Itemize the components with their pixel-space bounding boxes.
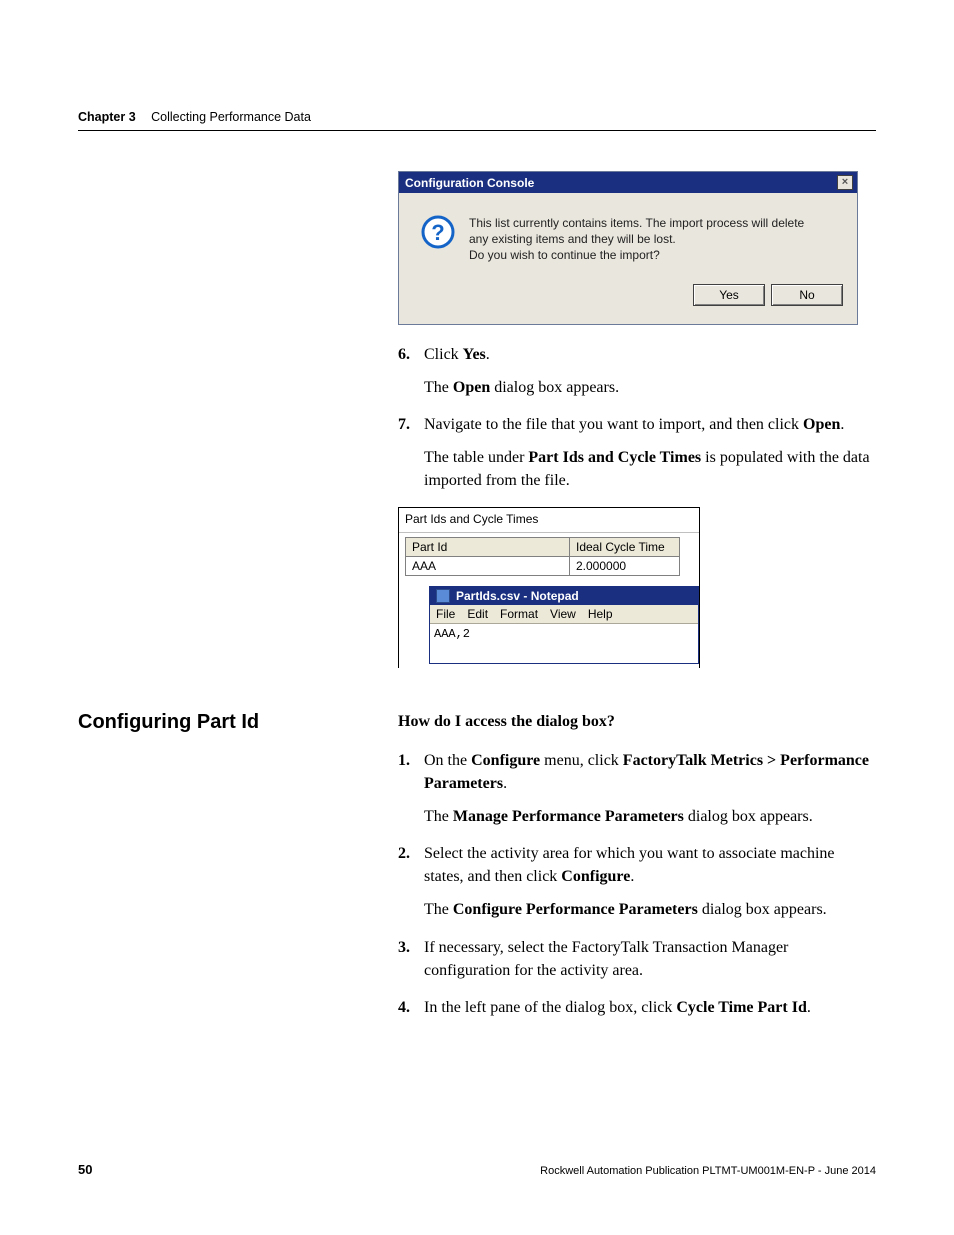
group-label: Part Ids and Cycle Times xyxy=(399,508,699,533)
dialog-message-line: any existing items and they will be lost… xyxy=(469,231,804,247)
step-2-follow: The Configure Performance Parameters dia… xyxy=(424,898,876,921)
notepad-icon xyxy=(436,589,450,603)
step-6-follow: The Open dialog box appears. xyxy=(424,376,876,399)
menu-file[interactable]: File xyxy=(436,607,455,621)
step-1: On the Configure menu, click FactoryTalk… xyxy=(398,749,876,829)
svg-text:?: ? xyxy=(431,220,444,245)
notepad-window: PartIds.csv - Notepad File Edit Format V… xyxy=(429,586,699,664)
notepad-body: AAA,2 xyxy=(430,624,698,643)
torn-edge xyxy=(398,668,700,674)
step-3: If necessary, select the FactoryTalk Tra… xyxy=(398,936,876,982)
page-footer: 50 Rockwell Automation Publication PLTMT… xyxy=(78,1162,876,1177)
side-heading: Configuring Part Id xyxy=(78,711,259,734)
yes-button[interactable]: Yes xyxy=(693,284,765,306)
menu-help[interactable]: Help xyxy=(588,607,613,621)
dialog-titlebar: Configuration Console × xyxy=(399,172,857,193)
step-7-follow: The table under Part Ids and Cycle Times… xyxy=(424,446,876,492)
menu-edit[interactable]: Edit xyxy=(467,607,488,621)
table-row: AAA 2.000000 xyxy=(405,557,693,576)
page-number: 50 xyxy=(78,1162,92,1177)
notepad-title-text: PartIds.csv - Notepad xyxy=(456,589,579,603)
step-7: Navigate to the file that you want to im… xyxy=(398,413,876,493)
menu-format[interactable]: Format xyxy=(500,607,538,621)
notepad-titlebar: PartIds.csv - Notepad xyxy=(430,587,698,605)
dialog-message-line: Do you wish to continue the import? xyxy=(469,247,804,263)
partids-table: Part Id Ideal Cycle Time AAA 2.000000 xyxy=(405,537,693,576)
step-4: In the left pane of the dialog box, clic… xyxy=(398,996,876,1019)
no-button[interactable]: No xyxy=(771,284,843,306)
dialog-title-text: Configuration Console xyxy=(405,176,534,190)
close-button[interactable]: × xyxy=(837,175,853,190)
step-2: Select the activity area for which you w… xyxy=(398,842,876,922)
notepad-menubar: File Edit Format View Help xyxy=(430,605,698,624)
header-rule xyxy=(78,130,876,131)
dialog-message-line: This list currently contains items. The … xyxy=(469,215,804,231)
dialog-configuration-console: Configuration Console × ? This list curr… xyxy=(398,171,858,325)
publication-info: Rockwell Automation Publication PLTMT-UM… xyxy=(540,1165,876,1177)
figure-partids-cycletimes: Part Ids and Cycle Times Part Id Ideal C… xyxy=(398,507,700,673)
menu-view[interactable]: View xyxy=(550,607,576,621)
col-idealcycletime: Ideal Cycle Time xyxy=(570,537,680,557)
step-1-follow: The Manage Performance Parameters dialog… xyxy=(424,805,876,828)
running-header: Chapter 3 Collecting Performance Data xyxy=(78,110,876,124)
col-partid: Part Id xyxy=(405,537,570,557)
dialog-message: This list currently contains items. The … xyxy=(469,215,804,264)
question-icon: ? xyxy=(421,215,455,249)
access-prompt: How do I access the dialog box? xyxy=(398,713,876,731)
chapter-label: Chapter 3 xyxy=(78,110,136,124)
chapter-title: Collecting Performance Data xyxy=(151,110,311,124)
step-6: Click Yes. The Open dialog box appears. xyxy=(398,343,876,399)
